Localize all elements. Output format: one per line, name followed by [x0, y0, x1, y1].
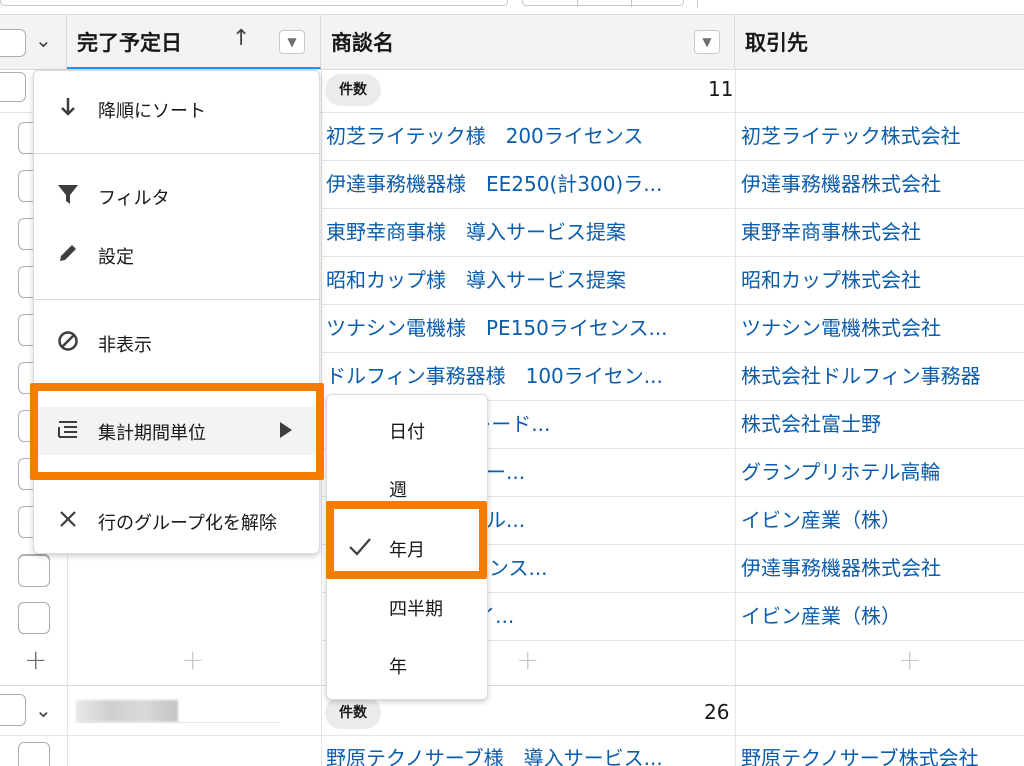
account-link[interactable]: イビン産業（株）: [741, 600, 901, 629]
menu-item-sort-desc[interactable]: 降順にソート: [34, 85, 319, 133]
submenu-item-quarter[interactable]: 四半期: [327, 583, 487, 631]
deal-name-link[interactable]: 伊達事務機器様 EE250(計300)ラ...: [326, 168, 662, 197]
add-row-plus-icon[interactable]: +: [24, 643, 47, 676]
row-divider: [321, 160, 1024, 161]
toolbar-strip: [0, 0, 1024, 14]
column-divider: [735, 70, 736, 766]
submenu-item-label: 日付: [389, 422, 425, 443]
submenu-item-label: 週: [389, 480, 407, 501]
header-account[interactable]: 取引先: [735, 15, 1024, 69]
toolbar-divider: [697, 0, 698, 8]
pencil-icon: [56, 241, 80, 265]
submenu-item-year[interactable]: 年: [327, 641, 487, 689]
menu-item-hide[interactable]: 非表示: [34, 319, 319, 367]
column-title-deal-name: 商談名: [331, 31, 394, 55]
menu-separator: [34, 299, 319, 300]
count-badge: 件数: [325, 74, 381, 106]
row-checkbox[interactable]: [18, 602, 50, 634]
menu-item-label: 設定: [98, 247, 134, 268]
chevron-down-icon[interactable]: ⌄: [35, 698, 52, 722]
row-divider: [321, 304, 1024, 305]
row-divider: [321, 352, 1024, 353]
account-link[interactable]: 初芝ライテック株式会社: [741, 120, 961, 149]
group-checkbox[interactable]: [0, 694, 26, 726]
chevron-down-icon[interactable]: ⌄: [35, 28, 52, 52]
submenu-item-label: 四半期: [389, 599, 443, 620]
menu-item-ungroup[interactable]: 行のグループ化を解除: [34, 497, 319, 545]
button-group-divider: [577, 0, 578, 7]
account-link[interactable]: イビン産業（株）: [741, 504, 901, 533]
row-checkbox[interactable]: [18, 742, 50, 766]
column-menu-button[interactable]: ▼: [694, 30, 720, 54]
add-row-plus-icon[interactable]: +: [898, 643, 921, 676]
deal-name-link[interactable]: 東野幸商事様 導入サービス提案: [326, 216, 626, 245]
column-menu-button[interactable]: ▼: [279, 30, 305, 54]
row-divider: [0, 685, 1024, 686]
highlight-box-submenu: [326, 501, 487, 579]
menu-item-label: 非表示: [98, 335, 152, 356]
add-row-plus-icon[interactable]: +: [516, 643, 539, 676]
select-all-checkbox[interactable]: [0, 29, 26, 57]
group-count: 11: [708, 77, 734, 101]
deal-name-link[interactable]: ツナシン電機様 PE150ライセンス...: [326, 312, 668, 341]
filter-icon: [56, 182, 80, 206]
menu-item-filter[interactable]: フィルタ: [34, 172, 319, 220]
menu-item-label: 降順にソート: [98, 101, 206, 122]
row-checkbox[interactable]: [18, 555, 50, 587]
group-checkbox[interactable]: [0, 72, 26, 102]
column-title-account: 取引先: [745, 31, 808, 55]
row-divider: [321, 256, 1024, 257]
toolbar-button-group[interactable]: [522, 0, 684, 7]
button-group-divider: [631, 0, 632, 7]
header-close-date[interactable]: 完了予定日 ↑ ▼: [67, 15, 321, 69]
report-grid-app: ⌄ 完了予定日 ↑ ▼ 商談名 ▼ 取引先 件数 11 初芝ライテック様 200…: [0, 0, 1024, 766]
menu-item-settings[interactable]: 設定: [34, 231, 319, 279]
account-link[interactable]: 野原テクノサーブ株式会社: [741, 742, 979, 766]
account-link[interactable]: 伊達事務機器株式会社: [741, 168, 941, 197]
group-count: 26: [704, 700, 730, 724]
menu-separator: [34, 153, 319, 154]
account-link[interactable]: 昭和カップ株式会社: [741, 264, 921, 293]
account-link[interactable]: グランプリホテル高輪: [741, 456, 940, 485]
account-link[interactable]: ツナシン電機株式会社: [741, 312, 941, 341]
column-action-menu: 降順にソート フィルタ 設定 非表示 集計期間単位 行のグループ化を解除: [33, 70, 320, 554]
account-link[interactable]: 株式会社ドルフィン事務器: [741, 360, 981, 389]
deal-name-link[interactable]: 野原テクノサーブ様 導入サービス...: [326, 742, 663, 766]
ban-icon: [56, 329, 80, 353]
grid-header-row: ⌄ 完了予定日 ↑ ▼ 商談名 ▼ 取引先: [0, 14, 1024, 70]
add-row-plus-icon[interactable]: +: [181, 643, 204, 676]
account-link[interactable]: 伊達事務機器株式会社: [741, 552, 941, 581]
menu-item-label: 行のグループ化を解除: [98, 513, 277, 534]
menu-item-label: フィルタ: [98, 188, 170, 209]
account-link[interactable]: 東野幸商事株式会社: [741, 216, 921, 245]
submenu-item-date[interactable]: 日付: [327, 406, 487, 454]
redacted-date-value: [76, 700, 178, 722]
column-title-close-date: 完了予定日: [77, 31, 182, 55]
close-icon: [56, 507, 80, 531]
submenu-item-label: 年: [389, 657, 407, 678]
deal-name-link[interactable]: 昭和カップ様 導入サービス提案: [326, 264, 626, 293]
highlight-box-menu: [30, 383, 324, 480]
account-link[interactable]: 株式会社富士野: [741, 408, 881, 437]
count-badge: 件数: [325, 697, 381, 729]
deal-name-link[interactable]: ドルフィン事務器様 100ライセン...: [326, 360, 663, 389]
row-divider: [0, 735, 1024, 736]
deal-name-link[interactable]: 初芝ライテック様 200ライセンス: [326, 120, 643, 149]
toolbar-search-field[interactable]: [0, 0, 508, 6]
row-divider: [321, 208, 1024, 209]
header-select-cell: ⌄: [0, 15, 67, 69]
header-deal-name[interactable]: 商談名 ▼: [321, 15, 735, 69]
arrow-down-icon: [56, 95, 80, 119]
sort-ascending-icon[interactable]: ↑: [232, 26, 250, 51]
row-divider: [76, 722, 280, 723]
